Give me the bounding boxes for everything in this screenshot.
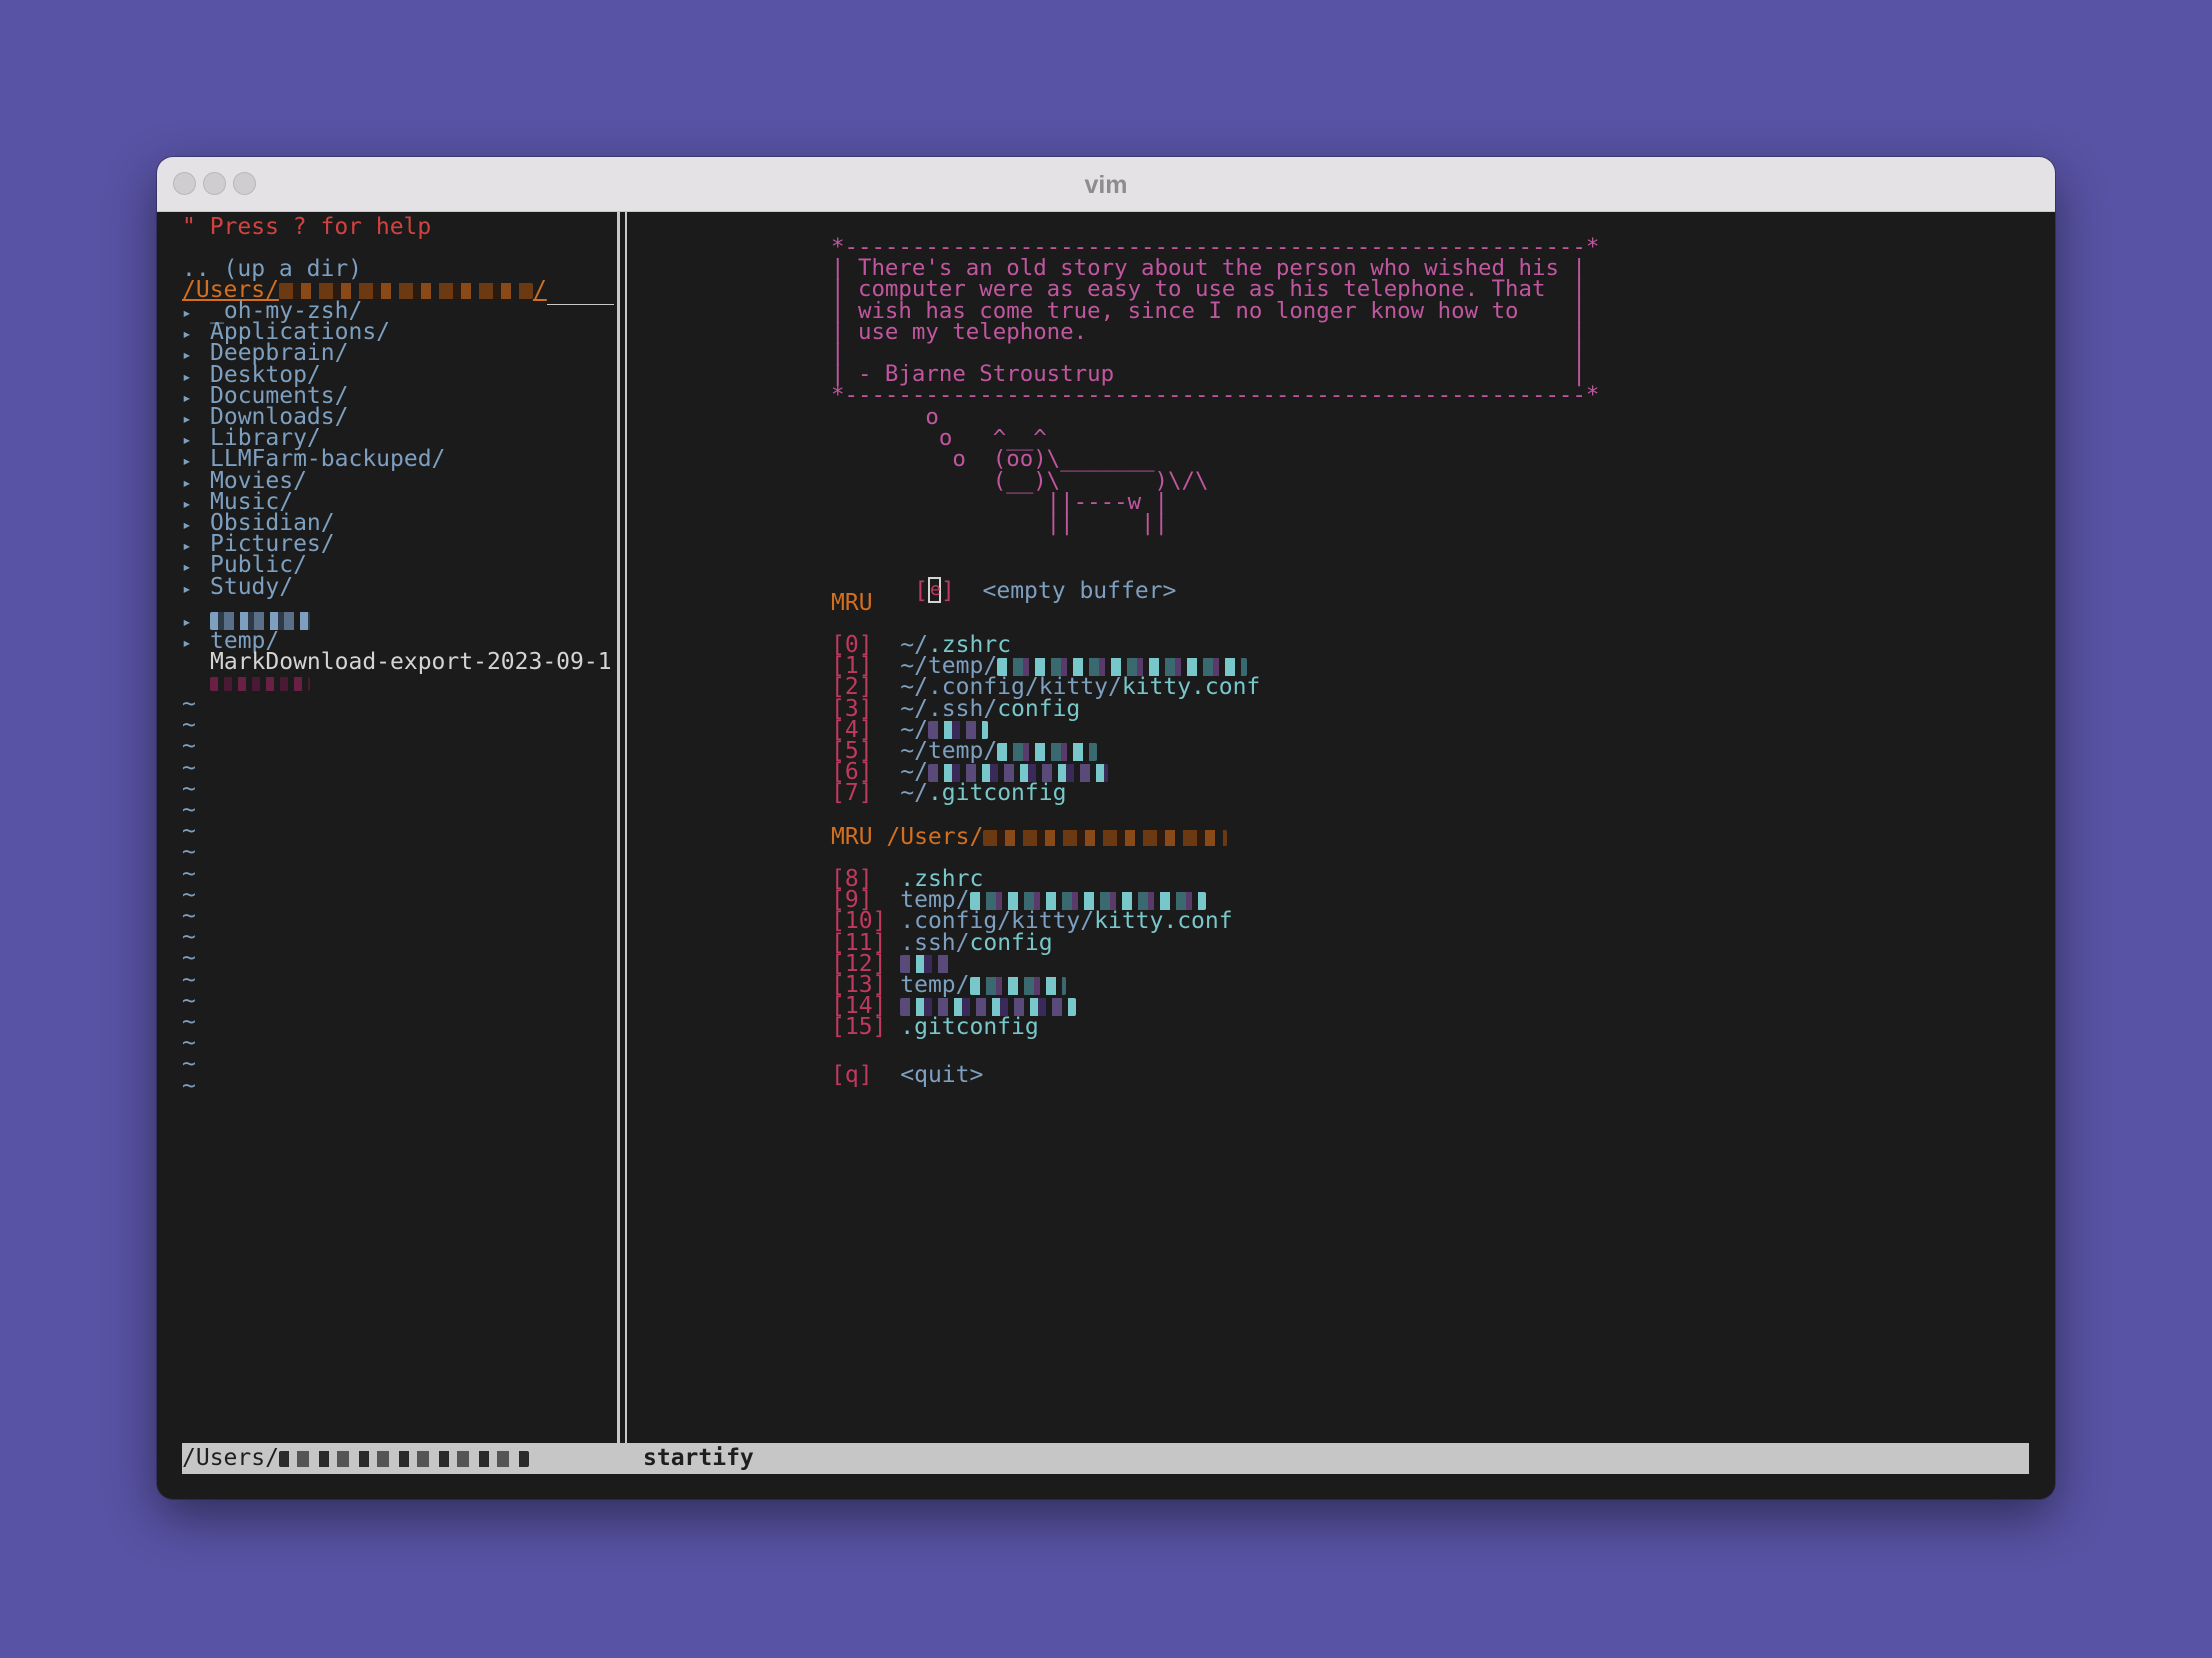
mru-entry[interactable]: [15] .gitconfig: [831, 1012, 1039, 1042]
tree-file-redacted[interactable]: [210, 668, 310, 698]
redacted-username: [278, 1450, 529, 1467]
window-title: vim: [1084, 171, 1128, 199]
status-line: /Users/ startify: [182, 1443, 2029, 1474]
tree-dir-label: Study/: [210, 573, 294, 600]
mru-file: .gitconfig: [927, 780, 1067, 807]
text-cursor: e: [927, 576, 941, 603]
mru-file: .gitconfig: [900, 1014, 1039, 1041]
mru-index: [15]: [831, 1014, 887, 1041]
mru-file: config: [997, 695, 1081, 722]
help-hint: " Press ? for help: [182, 214, 432, 240]
quote-line: *---------------------------------------…: [831, 382, 1600, 409]
mru-index: [7]: [831, 780, 873, 807]
status-path: /Users/: [182, 1443, 542, 1474]
redacted-username: [983, 829, 1228, 846]
cow-line: || ||: [831, 510, 1169, 536]
empty-line-marker: ~: [182, 1072, 196, 1099]
mru-entry[interactable]: [7] ~/.gitconfig: [831, 778, 1066, 808]
mru-dir-header: MRU /Users/: [831, 822, 1228, 852]
mru-header: MRU: [831, 590, 873, 616]
title-bar: vim: [157, 157, 2055, 212]
quit-entry[interactable]: [q] <quit>: [831, 1060, 983, 1090]
mru-file: kitty.conf: [1094, 908, 1233, 935]
vertical-split-divider[interactable]: [617, 212, 627, 1474]
mru-file: config: [969, 929, 1053, 956]
nerdtree-pane[interactable]: " Press ? for help .. (up a dir) /Users/…: [157, 212, 614, 1444]
startify-pane[interactable]: *---------------------------------------…: [631, 212, 2055, 1444]
tree-arrow-icon: ▸: [182, 578, 192, 598]
vim-window: vim " Press ? for help .. (up a dir) /Us…: [157, 157, 2055, 1499]
tree-dir-item[interactable]: ▸ Study/: [182, 572, 293, 602]
redacted-filename: [210, 676, 310, 691]
status-filetype: startify: [643, 1445, 754, 1471]
mru-dir: ~/: [900, 780, 928, 807]
mru-file: kitty.conf: [1121, 674, 1261, 701]
tree-arrow-icon: ▸: [182, 633, 192, 652]
empty-buffer-entry[interactable]: [e] <empty buffer>: [831, 546, 1176, 604]
